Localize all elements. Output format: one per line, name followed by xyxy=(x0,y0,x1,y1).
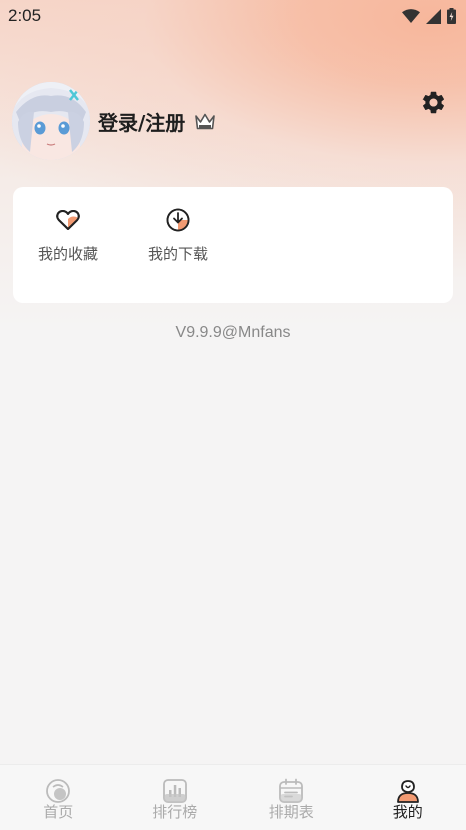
settings-button[interactable] xyxy=(420,89,447,116)
bottom-tab-bar: 首页 排行榜 排期表 我的 xyxy=(0,764,466,830)
avatar[interactable] xyxy=(12,82,90,160)
login-register-link[interactable]: 登录/注册 xyxy=(98,107,185,136)
status-bar: 2:05 xyxy=(0,0,466,32)
downloads-button[interactable]: 我的下载 xyxy=(138,207,218,264)
favorites-label: 我的收藏 xyxy=(37,245,98,263)
download-icon xyxy=(166,208,190,232)
tab-schedule-label: 排期表 xyxy=(268,803,314,821)
status-time: 2:05 xyxy=(8,6,42,25)
tab-ranking[interactable]: 排行榜 xyxy=(117,765,234,830)
signal-icon xyxy=(426,8,441,24)
app-version: V9.9.9@Mnfans xyxy=(175,324,291,341)
crown-icon xyxy=(195,113,216,130)
tab-home[interactable]: 首页 xyxy=(0,765,117,830)
tab-ranking-label: 排行榜 xyxy=(152,803,198,821)
tab-profile[interactable]: 我的 xyxy=(350,765,466,830)
avatar-illustration xyxy=(12,82,90,160)
tab-schedule[interactable]: 排期表 xyxy=(233,765,350,830)
tab-profile-label: 我的 xyxy=(392,803,423,821)
status-icons xyxy=(402,8,456,24)
tab-home-label: 首页 xyxy=(43,803,74,821)
shortcut-card: 我的收藏 我的下载 xyxy=(13,187,453,303)
heart-icon xyxy=(56,210,80,230)
favorites-button[interactable]: 我的收藏 xyxy=(28,207,108,264)
wifi-icon xyxy=(402,9,420,23)
profile-header[interactable]: 登录/注册 xyxy=(12,82,216,160)
downloads-label: 我的下载 xyxy=(147,245,208,263)
gear-icon xyxy=(422,91,445,114)
battery-icon xyxy=(447,8,456,24)
